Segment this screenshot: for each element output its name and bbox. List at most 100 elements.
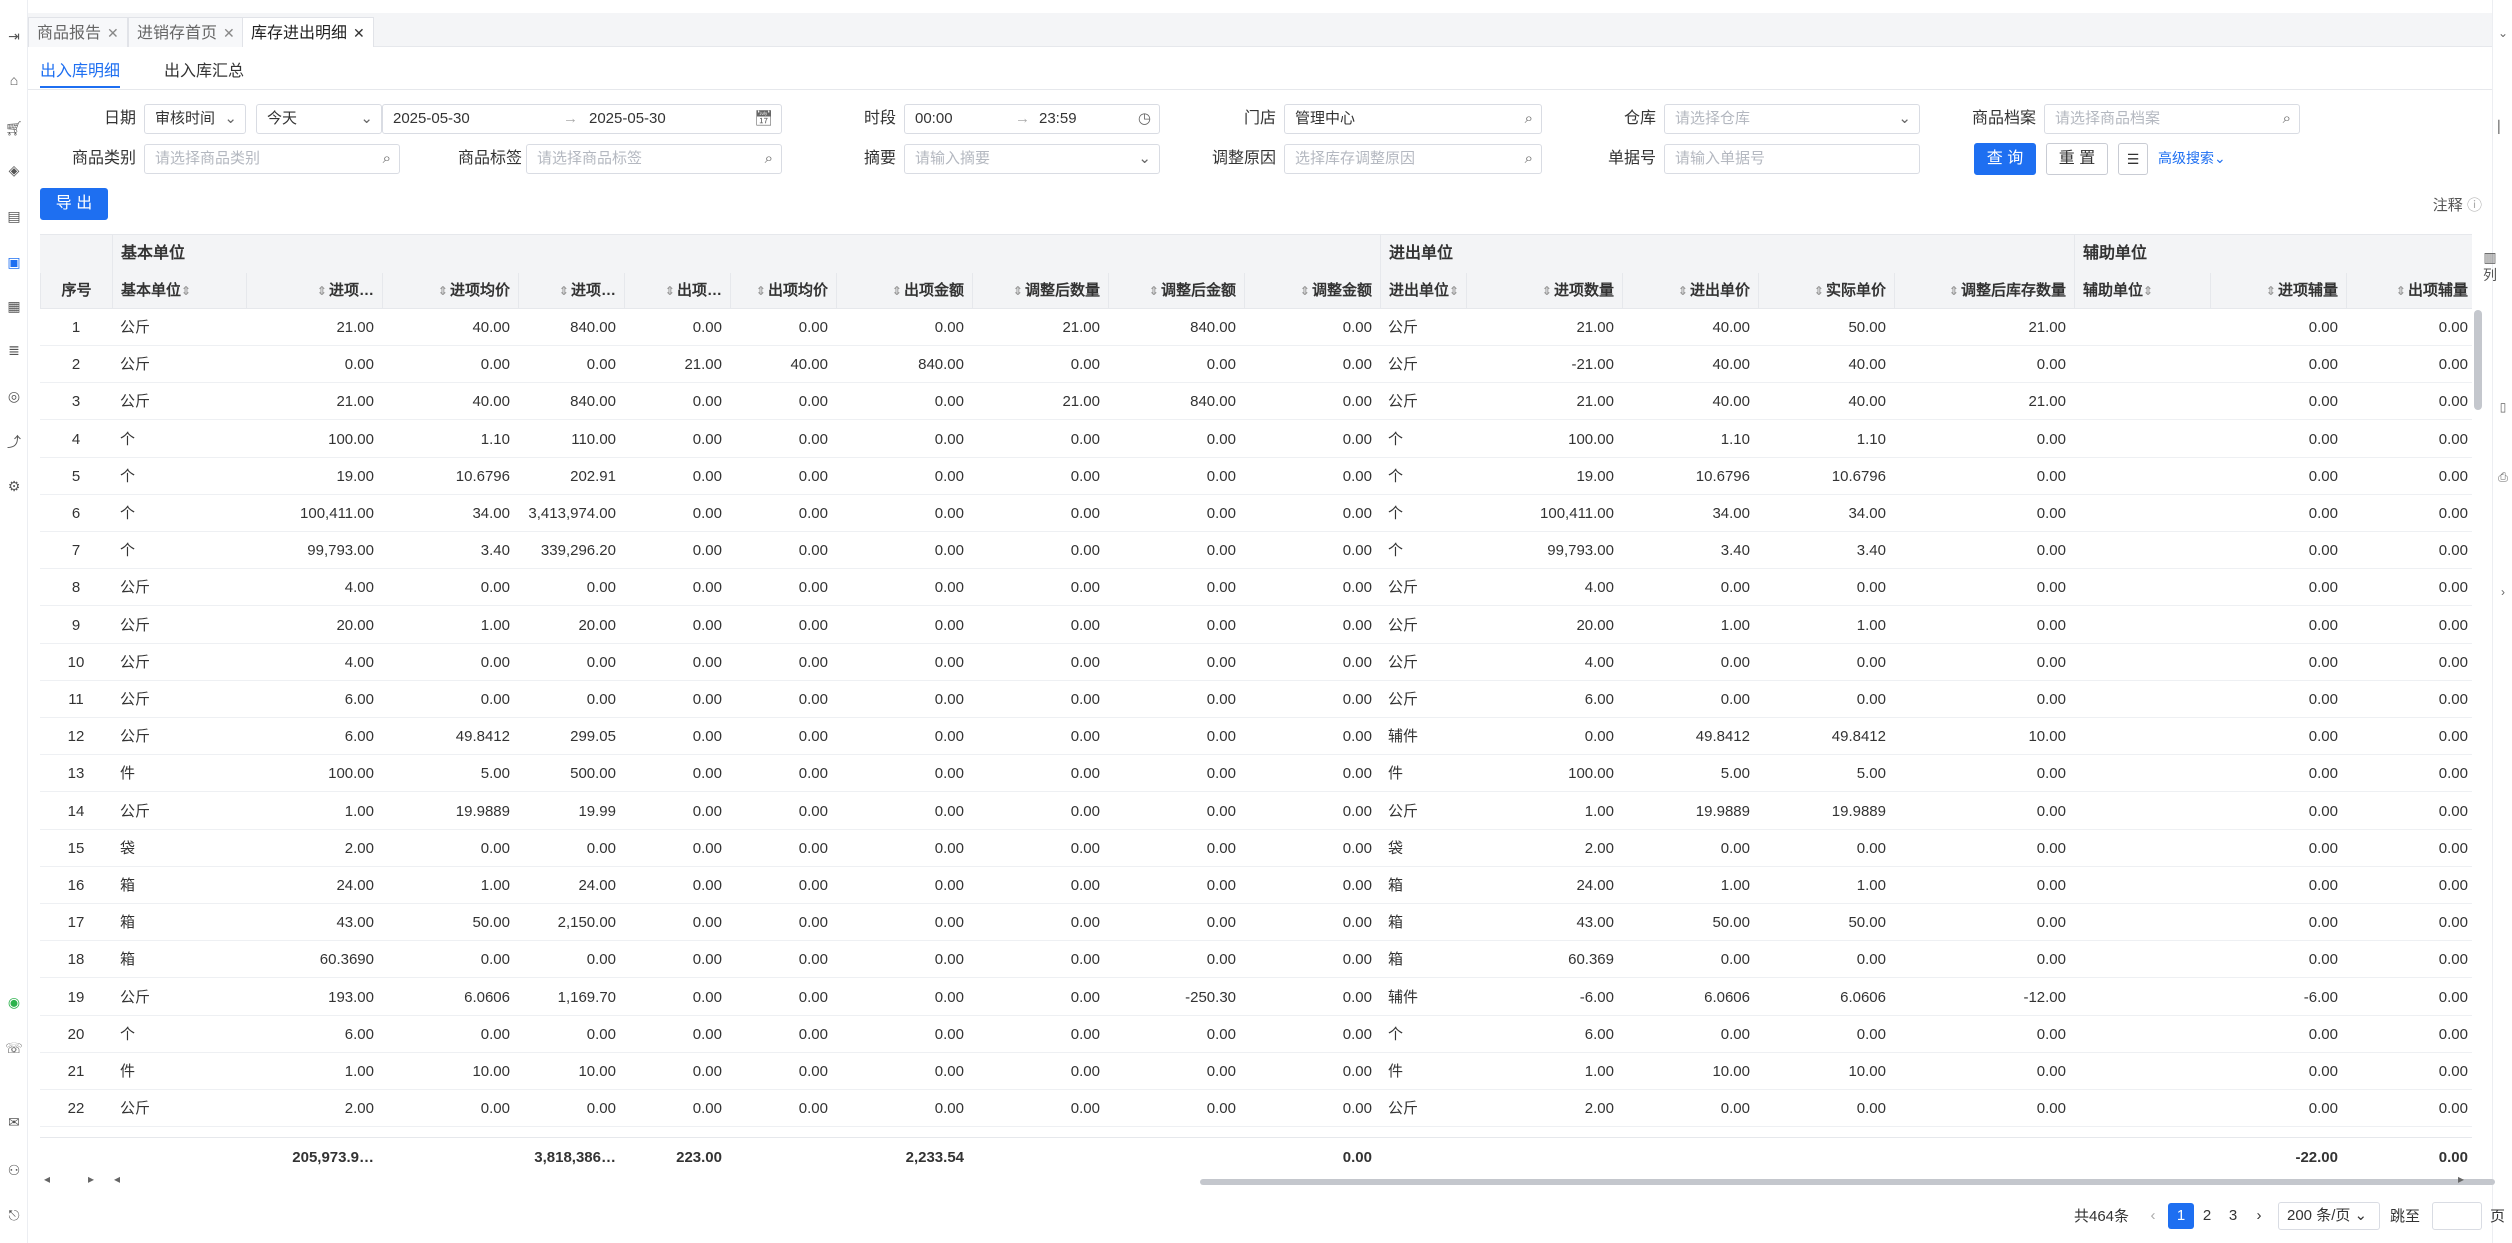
column-header[interactable]: ⇕ 出项均价 bbox=[730, 273, 836, 309]
column-header[interactable]: ⇕ 进项辅量 bbox=[2210, 273, 2346, 309]
table-row[interactable]: 11 公斤 6.00 0.00 0.00 0.00 0.00 0.00 0.00 0.00 0.00… bbox=[40, 681, 2472, 718]
arrow-icon[interactable]: › bbox=[2496, 585, 2510, 599]
tag-input[interactable]: 请选择商品标签 ⌕ bbox=[526, 144, 782, 174]
doc-icon[interactable]: ▦ bbox=[4, 296, 24, 316]
sort-icon[interactable]: ⇕ bbox=[1449, 284, 1459, 298]
chevron-down-icon[interactable]: ⌄ bbox=[2496, 26, 2510, 40]
table-row[interactable]: 5 个 19.00 10.6796 202.91 0.00 0.00 0.00 0.00 0.00… bbox=[40, 458, 2472, 495]
scrollbar-thumb[interactable] bbox=[1200, 1179, 2495, 1185]
expand-icon[interactable]: ⇥ bbox=[4, 26, 24, 46]
query-button[interactable]: 查 询 bbox=[1974, 143, 2036, 175]
time-start[interactable]: 00:00 bbox=[915, 110, 953, 127]
table-row[interactable]: 16 箱 24.00 1.00 24.00 0.00 0.00 0.00 0.00 0.00 0.0… bbox=[40, 867, 2472, 904]
sort-icon[interactable]: ⇕ bbox=[317, 284, 327, 298]
column-header[interactable]: ⇕ 进出单价 bbox=[1622, 273, 1758, 309]
docno-input[interactable]: 请输入单据号 bbox=[1664, 144, 1920, 174]
app-logo-icon[interactable]: ◉ bbox=[4, 992, 24, 1012]
goto-page-input[interactable] bbox=[2432, 1202, 2482, 1230]
scroll-left-icon[interactable]: ◂ bbox=[114, 1172, 120, 1186]
store-input[interactable]: 管理中心 ⌕ bbox=[1284, 104, 1542, 134]
warehouse-select[interactable]: 请选择仓库 ⌄ bbox=[1664, 104, 1920, 134]
table-row[interactable]: 3 公斤 21.00 40.00 840.00 0.00 0.00 0.00 21.00 840.… bbox=[40, 383, 2472, 421]
table-row[interactable]: 7 个 99,793.00 3.40 339,296.20 0.00 0.00 0.00 0.0… bbox=[40, 532, 2472, 570]
table-row[interactable]: 8 公斤 4.00 0.00 0.00 0.00 0.00 0.00 0.00 0.00 0.00 公… bbox=[40, 569, 2472, 607]
column-header[interactable]: ⇕ 进项… bbox=[246, 273, 382, 309]
print-icon[interactable]: ⎙ bbox=[2496, 470, 2510, 484]
sort-icon[interactable]: ⇕ bbox=[559, 284, 569, 298]
column-header[interactable]: ⇕ 进项数量 bbox=[1466, 273, 1622, 309]
tab-inventory-home[interactable]: 进销存首页 ✕ bbox=[128, 17, 244, 47]
table-row[interactable]: 22 公斤 2.00 0.00 0.00 0.00 0.00 0.00 0.00 0.00 0.00… bbox=[40, 1090, 2472, 1128]
report-icon[interactable]: ▤ bbox=[4, 206, 24, 226]
sort-icon[interactable]: ⇕ bbox=[1814, 284, 1824, 298]
table-row[interactable]: 21 件 1.00 10.00 10.00 0.00 0.00 0.00 0.00 0.00 0.0… bbox=[40, 1053, 2472, 1090]
date-end[interactable]: 2025-05-30 bbox=[589, 105, 666, 133]
scroll-right-icon[interactable]: ▸ bbox=[2458, 1172, 2464, 1186]
tab-inventory-detail[interactable]: 库存进出明细 ✕ bbox=[242, 17, 374, 47]
settings-icon[interactable]: ☰ bbox=[2118, 143, 2148, 175]
list-icon[interactable]: ≣ bbox=[4, 340, 24, 360]
table-row[interactable]: 15 袋 2.00 0.00 0.00 0.00 0.00 0.00 0.00 0.00 0.00 袋… bbox=[40, 830, 2472, 867]
column-settings-button[interactable]: ▥ 列 bbox=[2480, 248, 2500, 284]
search-icon[interactable]: ⌕ bbox=[2283, 105, 2291, 133]
sort-icon[interactable]: ⇕ bbox=[1678, 284, 1688, 298]
column-header[interactable]: ⇕ 调整后金额 bbox=[1108, 273, 1244, 309]
sort-icon[interactable]: ⇕ bbox=[1013, 284, 1023, 298]
table-row[interactable]: 14 公斤 1.00 19.9889 19.99 0.00 0.00 0.00 0.00 0.00… bbox=[40, 793, 2472, 830]
date-range-picker[interactable]: 2025-05-30 → 2025-05-30 📅︎ bbox=[382, 104, 782, 134]
subtab-io-detail[interactable]: 出入库明细 bbox=[40, 58, 121, 88]
scroll-left-icon[interactable]: ◂ bbox=[44, 1172, 50, 1186]
search-icon[interactable]: ⌕ bbox=[765, 145, 773, 173]
table-row[interactable]: 17 箱 43.00 50.00 2,150.00 0.00 0.00 0.00 0.00 0.0… bbox=[40, 904, 2472, 942]
search-icon[interactable]: ⌕ bbox=[1525, 145, 1533, 173]
column-header[interactable]: 基本单位⇕ bbox=[112, 273, 246, 309]
sort-icon[interactable]: ⇕ bbox=[1949, 284, 1959, 298]
reason-input[interactable]: 选择库存调整原因 ⌕ bbox=[1284, 144, 1542, 174]
sort-icon[interactable]: ⇕ bbox=[2266, 284, 2276, 298]
subtab-io-summary[interactable]: 出入库汇总 bbox=[164, 58, 244, 86]
bag-icon[interactable]: ◈ bbox=[4, 160, 24, 180]
sort-icon[interactable]: ⇕ bbox=[665, 284, 675, 298]
column-header[interactable]: 辅助单位⇕ bbox=[2074, 273, 2210, 309]
close-icon[interactable]: ✕ bbox=[223, 25, 235, 41]
user-icon[interactable]: ⚇ bbox=[4, 1160, 24, 1180]
home-icon[interactable]: ⌂ bbox=[4, 70, 24, 90]
table-row[interactable]: 19 公斤 193.00 6.0606 1,169.70 0.00 0.00 0.00 0.00… bbox=[40, 979, 2472, 1016]
table-row[interactable]: 6 个 100,411.00 34.00 3,413,974.00 0.00 0.00 0.0… bbox=[40, 495, 2472, 532]
column-header[interactable]: ⇕ 出项辅量 bbox=[2346, 273, 2472, 309]
note-link[interactable]: 注释 ⓘ bbox=[2433, 194, 2482, 215]
page-3[interactable]: 3 bbox=[2220, 1203, 2246, 1229]
category-input[interactable]: 请选择商品类别 ⌕ bbox=[144, 144, 400, 174]
panel-icon[interactable]: ▯ bbox=[2496, 400, 2510, 414]
sort-icon[interactable]: ⇕ bbox=[1542, 284, 1552, 298]
sort-icon[interactable]: ⇕ bbox=[1300, 284, 1310, 298]
column-header[interactable]: ⇕ 实际单价 bbox=[1758, 273, 1894, 309]
page-1[interactable]: 1 bbox=[2168, 1203, 2194, 1229]
inventory-icon[interactable]: ▣ bbox=[4, 252, 24, 272]
export-button[interactable]: 导 出 bbox=[40, 188, 108, 220]
close-icon[interactable]: ✕ bbox=[353, 25, 365, 41]
tab-product-report[interactable]: 商品报告 ✕ bbox=[28, 17, 128, 47]
scroll-right-icon[interactable]: ▸ bbox=[88, 1172, 94, 1186]
logout-icon[interactable]: ⎋ bbox=[4, 1205, 24, 1225]
date-type-select[interactable]: 审核时间 ⌄ bbox=[144, 104, 246, 134]
sort-icon[interactable]: ⇕ bbox=[1149, 284, 1159, 298]
table-row[interactable]: 13 件 100.00 5.00 500.00 0.00 0.00 0.00 0.00 0.00 0… bbox=[40, 755, 2472, 793]
table-row[interactable]: 20 个 6.00 0.00 0.00 0.00 0.00 0.00 0.00 0.00 0.00 个… bbox=[40, 1016, 2472, 1053]
next-page-icon[interactable]: › bbox=[2246, 1203, 2272, 1229]
message-icon[interactable]: ✉ bbox=[4, 1112, 24, 1132]
sidebar-toggle-icon[interactable]: ▏ bbox=[2496, 120, 2510, 134]
sort-icon[interactable]: ⇕ bbox=[2396, 284, 2406, 298]
column-header[interactable]: ⇕ 出项… bbox=[624, 273, 730, 309]
chart-icon[interactable]: ⤴ bbox=[4, 432, 24, 452]
search-icon[interactable]: ⌕ bbox=[383, 145, 391, 173]
table-row[interactable]: 2 公斤 0.00 0.00 0.00 21.00 40.00 840.00 0.00 0.00 0… bbox=[40, 346, 2472, 384]
search-icon[interactable]: ⌕ bbox=[1525, 105, 1533, 133]
column-header[interactable]: ⇕ 进项均价 bbox=[382, 273, 518, 309]
table-row[interactable]: 12 公斤 6.00 49.8412 299.05 0.00 0.00 0.00 0.00 0.0… bbox=[40, 718, 2472, 756]
sort-icon[interactable]: ⇕ bbox=[181, 284, 191, 298]
page-2[interactable]: 2 bbox=[2194, 1203, 2220, 1229]
advanced-search-link[interactable]: 高级搜索⌄ bbox=[2158, 143, 2226, 173]
date-start[interactable]: 2025-05-30 bbox=[393, 110, 470, 127]
sort-icon[interactable]: ⇕ bbox=[756, 284, 766, 298]
